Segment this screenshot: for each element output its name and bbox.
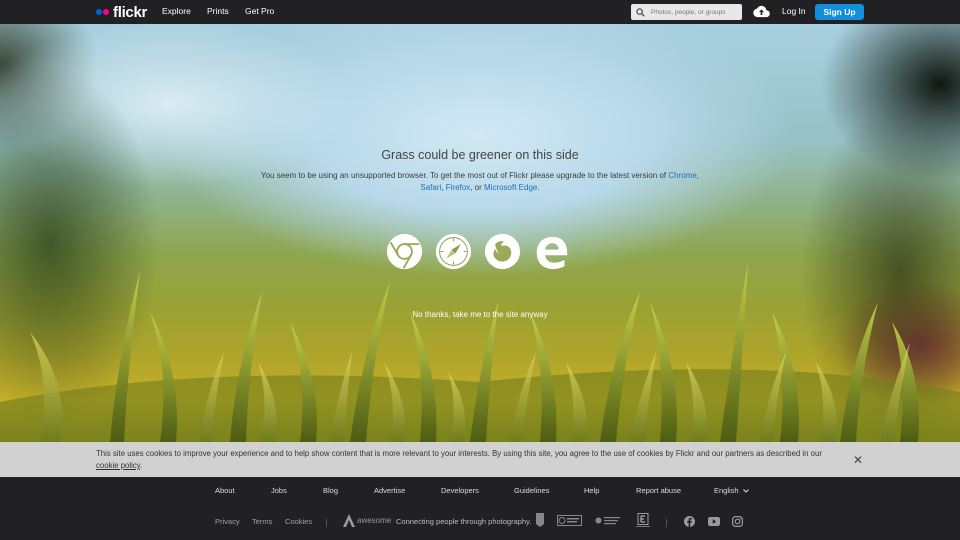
footer-developers-link[interactable]: Developers bbox=[441, 486, 479, 495]
browser-icons-row bbox=[386, 233, 570, 270]
partner-logo-icon[interactable] bbox=[636, 513, 650, 528]
nav-prints-link[interactable]: Prints bbox=[207, 6, 229, 16]
login-link[interactable]: Log In bbox=[782, 6, 806, 16]
chrome-link[interactable]: Chrome bbox=[668, 171, 696, 180]
youtube-icon[interactable] bbox=[708, 517, 720, 526]
partner-logo-icon[interactable] bbox=[535, 512, 545, 528]
edge-link[interactable]: Microsoft Edge bbox=[484, 183, 537, 192]
footer-terms-link[interactable]: Terms bbox=[252, 517, 272, 526]
top-navigation-bar: flickr Explore Prints Get Pro Log In Sig… bbox=[0, 0, 960, 24]
message-text: You seem to be using an unsupported brow… bbox=[260, 171, 667, 180]
footer-help-link[interactable]: Help bbox=[584, 486, 599, 495]
awesome-logo-icon bbox=[343, 514, 355, 527]
close-icon[interactable]: ✕ bbox=[853, 454, 863, 466]
continue-anyway-link[interactable]: No thanks, take me to the site anyway bbox=[0, 310, 960, 319]
footer-blog-link[interactable]: Blog bbox=[323, 486, 338, 495]
footer-about-link[interactable]: About bbox=[215, 486, 235, 495]
nav-explore-link[interactable]: Explore bbox=[162, 6, 191, 16]
search-box[interactable] bbox=[631, 4, 742, 20]
language-label: English bbox=[714, 486, 739, 495]
footer-privacy-link[interactable]: Privacy bbox=[215, 517, 240, 526]
logo-pink-dot bbox=[103, 9, 109, 15]
unsupported-browser-hero: Grass could be greener on this side You … bbox=[0, 24, 960, 442]
footer-divider bbox=[666, 519, 667, 527]
cookie-policy-link[interactable]: cookie policy bbox=[96, 461, 140, 470]
safari-link[interactable]: Safari bbox=[420, 183, 441, 192]
flickr-logo[interactable]: flickr bbox=[96, 3, 147, 21]
footer-advertise-link[interactable]: Advertise bbox=[374, 486, 405, 495]
chrome-icon[interactable] bbox=[386, 233, 423, 270]
logo-text: flickr bbox=[113, 3, 148, 21]
footer-jobs-link[interactable]: Jobs bbox=[271, 486, 287, 495]
instagram-icon[interactable] bbox=[732, 516, 743, 527]
edge-icon[interactable] bbox=[533, 233, 570, 270]
chevron-down-icon bbox=[742, 489, 749, 493]
footer-divider bbox=[326, 519, 327, 527]
partner-logo-icon[interactable] bbox=[595, 515, 622, 526]
search-icon[interactable] bbox=[636, 7, 645, 17]
upload-cloud-icon[interactable] bbox=[753, 5, 770, 18]
firefox-icon[interactable] bbox=[484, 233, 521, 270]
hero-title: Grass could be greener on this side bbox=[381, 148, 579, 162]
footer-guidelines-link[interactable]: Guidelines bbox=[514, 486, 549, 495]
cookie-message: This site uses cookies to improve your e… bbox=[96, 449, 822, 470]
facebook-icon[interactable] bbox=[684, 516, 695, 527]
signup-button[interactable]: Sign Up bbox=[815, 4, 864, 20]
search-input[interactable] bbox=[651, 8, 741, 16]
footer-cookies-link[interactable]: Cookies bbox=[285, 517, 312, 526]
message-or: , or bbox=[470, 183, 482, 192]
footer: About Jobs Blog Advertise Developers Gui… bbox=[0, 477, 960, 540]
firefox-link[interactable]: Firefox bbox=[446, 183, 470, 192]
awesome-brand-text: awesome bbox=[357, 516, 392, 525]
language-selector[interactable]: English bbox=[714, 486, 749, 495]
footer-tagline: Connecting people through photography. bbox=[396, 517, 532, 526]
safari-icon[interactable] bbox=[435, 233, 472, 270]
logo-blue-dot bbox=[96, 9, 102, 15]
footer-report-abuse-link[interactable]: Report abuse bbox=[636, 486, 681, 495]
unsupported-browser-message: You seem to be using an unsupported brow… bbox=[260, 171, 700, 192]
partner-logo-icon[interactable] bbox=[557, 515, 582, 526]
cookie-text: This site uses cookies to improve your e… bbox=[96, 449, 822, 458]
cookie-banner: This site uses cookies to improve your e… bbox=[0, 442, 960, 477]
nav-getpro-link[interactable]: Get Pro bbox=[245, 6, 274, 16]
